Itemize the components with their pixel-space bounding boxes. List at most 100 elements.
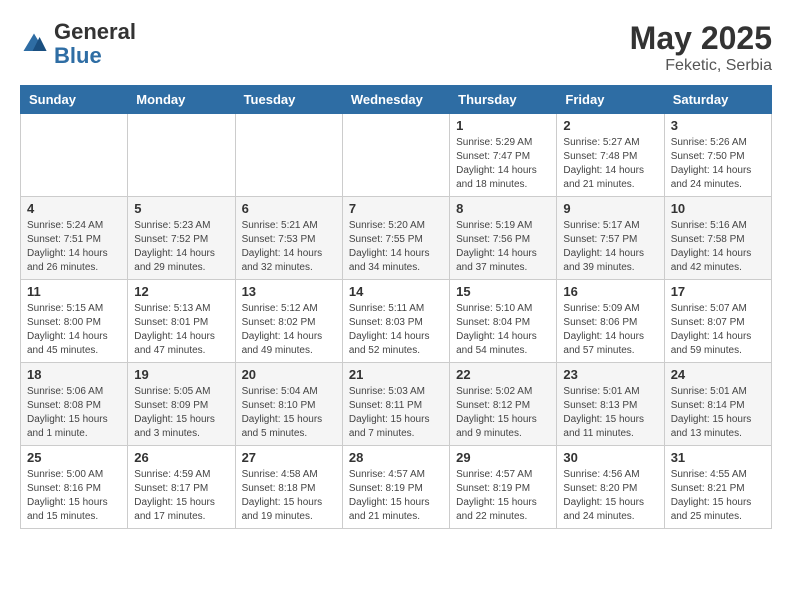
day-number: 2	[563, 118, 657, 133]
day-info: Sunrise: 5:03 AM Sunset: 8:11 PM Dayligh…	[349, 385, 443, 441]
calendar-cell: 24 Sunrise: 5:01 AM Sunset: 8:14 PM Dayli…	[664, 363, 771, 446]
calendar-cell: 4 Sunrise: 5:24 AM Sunset: 7:51 PM Daylig…	[21, 197, 128, 280]
calendar-cell: 20 Sunrise: 5:04 AM Sunset: 8:10 PM Dayli…	[235, 363, 342, 446]
logo-text: General Blue	[54, 20, 136, 68]
day-number: 9	[563, 201, 657, 216]
day-number: 25	[27, 450, 121, 465]
day-number: 10	[671, 201, 765, 216]
location: Feketic, Serbia	[630, 57, 772, 75]
calendar-cell: 7 Sunrise: 5:20 AM Sunset: 7:55 PM Daylig…	[342, 197, 449, 280]
calendar-cell: 23 Sunrise: 5:01 AM Sunset: 8:13 PM Dayli…	[557, 363, 664, 446]
day-number: 19	[134, 367, 228, 382]
title-block: May 2025 Feketic, Serbia	[630, 20, 772, 75]
day-number: 29	[456, 450, 550, 465]
day-info: Sunrise: 5:07 AM Sunset: 8:07 PM Dayligh…	[671, 302, 765, 358]
month-year: May 2025	[630, 20, 772, 57]
weekday-header-wednesday: Wednesday	[342, 86, 449, 114]
weekday-header-thursday: Thursday	[450, 86, 557, 114]
calendar-week-2: 4 Sunrise: 5:24 AM Sunset: 7:51 PM Daylig…	[21, 197, 772, 280]
day-info: Sunrise: 5:04 AM Sunset: 8:10 PM Dayligh…	[242, 385, 336, 441]
calendar-cell	[342, 114, 449, 197]
day-info: Sunrise: 5:23 AM Sunset: 7:52 PM Dayligh…	[134, 219, 228, 275]
calendar-cell: 5 Sunrise: 5:23 AM Sunset: 7:52 PM Daylig…	[128, 197, 235, 280]
calendar-cell: 25 Sunrise: 5:00 AM Sunset: 8:16 PM Dayli…	[21, 446, 128, 529]
calendar-cell	[128, 114, 235, 197]
calendar-cell: 19 Sunrise: 5:05 AM Sunset: 8:09 PM Dayli…	[128, 363, 235, 446]
day-info: Sunrise: 4:55 AM Sunset: 8:21 PM Dayligh…	[671, 468, 765, 524]
calendar-cell: 15 Sunrise: 5:10 AM Sunset: 8:04 PM Dayli…	[450, 280, 557, 363]
logo-blue: Blue	[54, 44, 136, 68]
calendar-week-5: 25 Sunrise: 5:00 AM Sunset: 8:16 PM Dayli…	[21, 446, 772, 529]
day-number: 6	[242, 201, 336, 216]
calendar-cell: 6 Sunrise: 5:21 AM Sunset: 7:53 PM Daylig…	[235, 197, 342, 280]
day-info: Sunrise: 5:21 AM Sunset: 7:53 PM Dayligh…	[242, 219, 336, 275]
calendar-cell: 16 Sunrise: 5:09 AM Sunset: 8:06 PM Dayli…	[557, 280, 664, 363]
calendar-week-3: 11Sunrise: 5:15 AM Sunset: 8:00 PM Dayli…	[21, 280, 772, 363]
day-info: Sunrise: 5:01 AM Sunset: 8:13 PM Dayligh…	[563, 385, 657, 441]
weekday-header-sunday: Sunday	[21, 86, 128, 114]
calendar-cell: 10 Sunrise: 5:16 AM Sunset: 7:58 PM Dayli…	[664, 197, 771, 280]
day-info: Sunrise: 5:01 AM Sunset: 8:14 PM Dayligh…	[671, 385, 765, 441]
day-number: 7	[349, 201, 443, 216]
day-number: 12	[134, 284, 228, 299]
day-info: Sunrise: 4:56 AM Sunset: 8:20 PM Dayligh…	[563, 468, 657, 524]
day-number: 16	[563, 284, 657, 299]
day-info: Sunrise: 5:11 AM Sunset: 8:03 PM Dayligh…	[349, 302, 443, 358]
calendar-cell: 2 Sunrise: 5:27 AM Sunset: 7:48 PM Daylig…	[557, 114, 664, 197]
day-number: 15	[456, 284, 550, 299]
calendar-cell	[21, 114, 128, 197]
day-number: 31	[671, 450, 765, 465]
calendar-cell: 30Sunrise: 4:56 AM Sunset: 8:20 PM Dayli…	[557, 446, 664, 529]
calendar-cell: 21 Sunrise: 5:03 AM Sunset: 8:11 PM Dayli…	[342, 363, 449, 446]
calendar-cell: 1Sunrise: 5:29 AM Sunset: 7:47 PM Daylig…	[450, 114, 557, 197]
calendar-cell: 28Sunrise: 4:57 AM Sunset: 8:19 PM Dayli…	[342, 446, 449, 529]
day-number: 24	[671, 367, 765, 382]
calendar-cell: 8 Sunrise: 5:19 AM Sunset: 7:56 PM Daylig…	[450, 197, 557, 280]
day-info: Sunrise: 5:20 AM Sunset: 7:55 PM Dayligh…	[349, 219, 443, 275]
calendar-cell: 3Sunrise: 5:26 AM Sunset: 7:50 PM Daylig…	[664, 114, 771, 197]
calendar-cell: 17 Sunrise: 5:07 AM Sunset: 8:07 PM Dayli…	[664, 280, 771, 363]
day-number: 20	[242, 367, 336, 382]
day-info: Sunrise: 5:19 AM Sunset: 7:56 PM Dayligh…	[456, 219, 550, 275]
day-number: 27	[242, 450, 336, 465]
day-number: 1	[456, 118, 550, 133]
calendar-cell: 9 Sunrise: 5:17 AM Sunset: 7:57 PM Daylig…	[557, 197, 664, 280]
day-info: Sunrise: 5:15 AM Sunset: 8:00 PM Dayligh…	[27, 302, 121, 358]
calendar-cell: 31 Sunrise: 4:55 AM Sunset: 8:21 PM Dayli…	[664, 446, 771, 529]
page-header: General Blue May 2025 Feketic, Serbia	[20, 20, 772, 75]
day-info: Sunrise: 5:05 AM Sunset: 8:09 PM Dayligh…	[134, 385, 228, 441]
day-number: 8	[456, 201, 550, 216]
day-info: Sunrise: 5:13 AM Sunset: 8:01 PM Dayligh…	[134, 302, 228, 358]
day-info: Sunrise: 4:59 AM Sunset: 8:17 PM Dayligh…	[134, 468, 228, 524]
day-info: Sunrise: 5:09 AM Sunset: 8:06 PM Dayligh…	[563, 302, 657, 358]
day-info: Sunrise: 4:57 AM Sunset: 8:19 PM Dayligh…	[456, 468, 550, 524]
day-number: 26	[134, 450, 228, 465]
day-number: 4	[27, 201, 121, 216]
logo: General Blue	[20, 20, 136, 68]
day-info: Sunrise: 5:10 AM Sunset: 8:04 PM Dayligh…	[456, 302, 550, 358]
day-info: Sunrise: 5:24 AM Sunset: 7:51 PM Dayligh…	[27, 219, 121, 275]
calendar-week-1: 1Sunrise: 5:29 AM Sunset: 7:47 PM Daylig…	[21, 114, 772, 197]
day-number: 21	[349, 367, 443, 382]
calendar-cell: 13 Sunrise: 5:12 AM Sunset: 8:02 PM Dayli…	[235, 280, 342, 363]
day-number: 5	[134, 201, 228, 216]
day-info: Sunrise: 5:27 AM Sunset: 7:48 PM Dayligh…	[563, 136, 657, 192]
calendar-cell	[235, 114, 342, 197]
day-info: Sunrise: 5:17 AM Sunset: 7:57 PM Dayligh…	[563, 219, 657, 275]
calendar-cell: 22 Sunrise: 5:02 AM Sunset: 8:12 PM Dayli…	[450, 363, 557, 446]
day-info: Sunrise: 5:26 AM Sunset: 7:50 PM Dayligh…	[671, 136, 765, 192]
day-info: Sunrise: 5:16 AM Sunset: 7:58 PM Dayligh…	[671, 219, 765, 275]
calendar-week-4: 18Sunrise: 5:06 AM Sunset: 8:08 PM Dayli…	[21, 363, 772, 446]
day-number: 13	[242, 284, 336, 299]
day-info: Sunrise: 4:57 AM Sunset: 8:19 PM Dayligh…	[349, 468, 443, 524]
day-number: 22	[456, 367, 550, 382]
day-number: 23	[563, 367, 657, 382]
day-info: Sunrise: 4:58 AM Sunset: 8:18 PM Dayligh…	[242, 468, 336, 524]
day-info: Sunrise: 5:12 AM Sunset: 8:02 PM Dayligh…	[242, 302, 336, 358]
day-number: 17	[671, 284, 765, 299]
day-info: Sunrise: 5:00 AM Sunset: 8:16 PM Dayligh…	[27, 468, 121, 524]
calendar-cell: 27 Sunrise: 4:58 AM Sunset: 8:18 PM Dayli…	[235, 446, 342, 529]
weekday-header-saturday: Saturday	[664, 86, 771, 114]
calendar-cell: 12 Sunrise: 5:13 AM Sunset: 8:01 PM Dayli…	[128, 280, 235, 363]
day-info: Sunrise: 5:02 AM Sunset: 8:12 PM Dayligh…	[456, 385, 550, 441]
